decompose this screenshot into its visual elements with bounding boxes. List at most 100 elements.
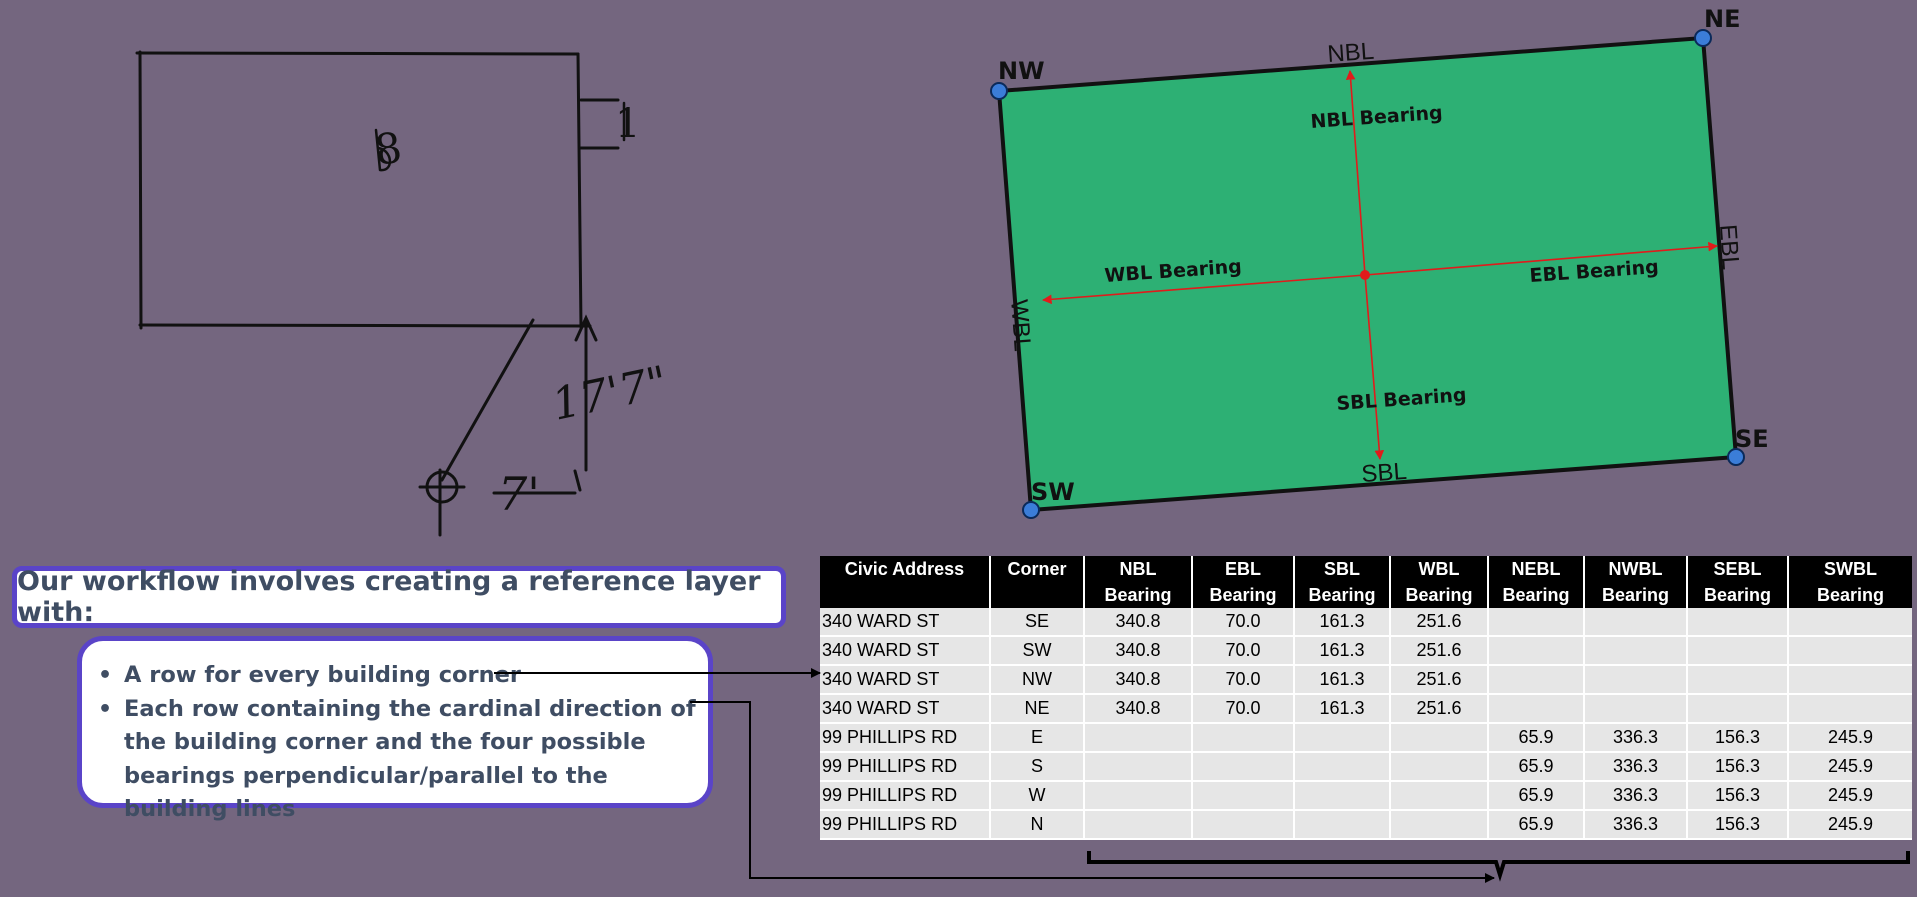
table-cell: 70.0 xyxy=(1192,665,1295,695)
table-cell: 245.9 xyxy=(1788,781,1912,811)
table-cell: 251.6 xyxy=(1390,694,1489,724)
table-cell: 99 PHILLIPS RD xyxy=(820,810,991,840)
table-cell: 336.3 xyxy=(1584,810,1688,840)
table-row: 340 WARD ST NE 340.8 70.0 161.3 251.6 xyxy=(820,694,1912,724)
corner-nw-label: NW xyxy=(998,57,1045,85)
table-cell: 340.8 xyxy=(1084,694,1193,724)
workflow-bullet-box: A row for every building corner Each row… xyxy=(77,636,713,822)
table-cell: 245.9 xyxy=(1788,752,1912,782)
table-cell xyxy=(1294,810,1391,840)
table-cell xyxy=(1084,723,1193,753)
header-corner: Corner xyxy=(990,556,1085,608)
table-cell: 251.6 xyxy=(1390,665,1489,695)
table-cell: 65.9 xyxy=(1488,752,1585,782)
table-cell xyxy=(1788,608,1912,637)
edge-east-label: EBL xyxy=(1714,224,1744,271)
table-cell xyxy=(1687,636,1789,666)
table-cell: 336.3 xyxy=(1584,781,1688,811)
table-cell: 245.9 xyxy=(1788,810,1912,840)
table-cell: 340.8 xyxy=(1084,608,1193,637)
header-nwbl-bearing: NWBL Bearing xyxy=(1584,556,1688,608)
header-wbl-bearing: WBL Bearing xyxy=(1390,556,1489,608)
header-swbl-bearing: SWBL Bearing xyxy=(1788,556,1912,608)
edge-north-label: NBL xyxy=(1327,38,1375,68)
table-cell: 340.8 xyxy=(1084,636,1193,666)
workflow-title: Our workflow involves creating a referen… xyxy=(17,566,761,628)
header-civic-address: Civic Address xyxy=(820,556,991,608)
table-cell: W xyxy=(990,781,1085,811)
table-cell xyxy=(1294,781,1391,811)
table-cell xyxy=(1488,636,1585,666)
table-cell: 65.9 xyxy=(1488,723,1585,753)
table-cell xyxy=(1390,723,1489,753)
table-cell: 336.3 xyxy=(1584,723,1688,753)
table-cell xyxy=(1192,752,1295,782)
corner-nw-marker xyxy=(990,82,1008,100)
table-cell xyxy=(1788,665,1912,695)
table-header-row: Civic Address Corner NBL Bearing EBL Bea… xyxy=(820,556,1912,608)
table-cell xyxy=(1390,752,1489,782)
table-cell xyxy=(1584,636,1688,666)
workflow-title-box: Our workflow involves creating a referen… xyxy=(12,566,786,628)
table-cell xyxy=(1584,694,1688,724)
workflow-bullet-list: A row for every building corner Each row… xyxy=(98,659,696,827)
table-cell xyxy=(1488,694,1585,724)
table-cell: 340 WARD ST xyxy=(820,665,991,695)
table-cell: 340 WARD ST xyxy=(820,694,991,724)
table-cell: NW xyxy=(990,665,1085,695)
corner-sw-label: SW xyxy=(1031,478,1075,506)
table-cell xyxy=(1488,665,1585,695)
table-cell: SE xyxy=(990,608,1085,637)
table-cell: 340 WARD ST xyxy=(820,636,991,666)
corner-se-label: SE xyxy=(1735,425,1769,453)
table-row: 99 PHILLIPS RD N 65.9 336.3 156.3 245.9 xyxy=(820,810,1912,840)
table-cell: N xyxy=(990,810,1085,840)
table-cell: 65.9 xyxy=(1488,810,1585,840)
table-cell: 340 WARD ST xyxy=(820,608,991,637)
table-row: 99 PHILLIPS RD E 65.9 336.3 156.3 245.9 xyxy=(820,723,1912,753)
table-cell: 70.0 xyxy=(1192,608,1295,637)
table-cell xyxy=(1294,723,1391,753)
table-cell xyxy=(1687,665,1789,695)
table-cell: E xyxy=(990,723,1085,753)
edge-south-label: SBL xyxy=(1361,458,1408,488)
table-cell xyxy=(1084,752,1193,782)
table-cell xyxy=(1390,810,1489,840)
table-cell xyxy=(1390,781,1489,811)
table-row: 340 WARD ST SW 340.8 70.0 161.3 251.6 xyxy=(820,636,1912,666)
table-cell xyxy=(1687,608,1789,637)
table-cell: 156.3 xyxy=(1687,781,1789,811)
header-sbl-bearing: SBL Bearing xyxy=(1294,556,1391,608)
table-cell: 251.6 xyxy=(1390,608,1489,637)
table-cell: 161.3 xyxy=(1294,665,1391,695)
table-row: 99 PHILLIPS RD S 65.9 336.3 156.3 245.9 xyxy=(820,752,1912,782)
workflow-bullet-item: A row for every building corner xyxy=(98,659,696,693)
table-cell xyxy=(1788,694,1912,724)
table-row: 99 PHILLIPS RD W 65.9 336.3 156.3 245.9 xyxy=(820,781,1912,811)
header-ebl-bearing: EBL Bearing xyxy=(1192,556,1295,608)
reference-layer-table: Civic Address Corner NBL Bearing EBL Bea… xyxy=(820,556,1912,840)
table-cell: 65.9 xyxy=(1488,781,1585,811)
table-cell: SW xyxy=(990,636,1085,666)
table-cell: 156.3 xyxy=(1687,752,1789,782)
table-cell xyxy=(1584,665,1688,695)
table-cell xyxy=(1192,723,1295,753)
table-cell: 70.0 xyxy=(1192,694,1295,724)
table-cell: NE xyxy=(990,694,1085,724)
table-cell: 70.0 xyxy=(1192,636,1295,666)
table-cell: 336.3 xyxy=(1584,752,1688,782)
table-cell xyxy=(1084,781,1193,811)
table-cell xyxy=(1294,752,1391,782)
table-cell: 99 PHILLIPS RD xyxy=(820,781,991,811)
table-body: 340 WARD ST SE 340.8 70.0 161.3 251.6 340 WARD… xyxy=(820,608,1912,840)
header-nebl-bearing: NEBL Bearing xyxy=(1488,556,1585,608)
table-cell: 340.8 xyxy=(1084,665,1193,695)
table-cell xyxy=(1084,810,1193,840)
table-row: 340 WARD ST SE 340.8 70.0 161.3 251.6 xyxy=(820,608,1912,637)
table-cell xyxy=(1687,694,1789,724)
table-cell: 99 PHILLIPS RD xyxy=(820,723,991,753)
table-cell: S xyxy=(990,752,1085,782)
header-nbl-bearing: NBL Bearing xyxy=(1084,556,1193,608)
table-row: 340 WARD ST NW 340.8 70.0 161.3 251.6 xyxy=(820,665,1912,695)
table-cell: 161.3 xyxy=(1294,636,1391,666)
